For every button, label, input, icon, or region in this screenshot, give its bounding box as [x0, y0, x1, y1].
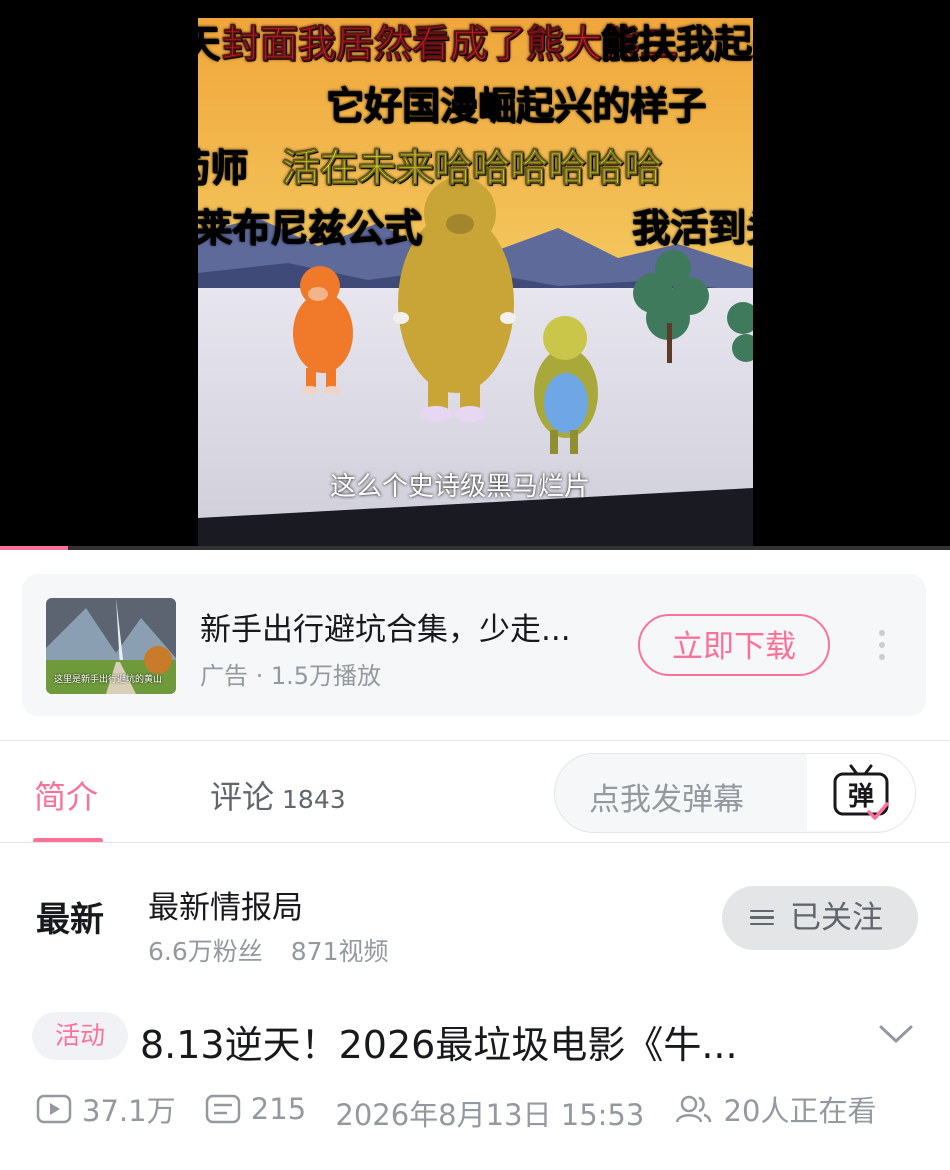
divider [0, 842, 950, 843]
watching-count-value: 20人正在看 [723, 1094, 877, 1128]
danmaku-comment: 南刊的药师 [57, 146, 249, 191]
danmaku-comment: 美人鱼的夏天 [0, 22, 221, 67]
danmaku-comment: 牛顿莱布尼兹公式 [117, 206, 423, 251]
video-title: 8.13逆天！2026最垃圾电影《牛... [140, 1023, 738, 1067]
tab-comments[interactable]: 评论 1843 [210, 772, 346, 818]
video-stats: 37.1万 215 2026年8月13日 15:53 20人正在看 [36, 1088, 896, 1132]
follow-label: 已关注 [790, 900, 883, 936]
progress-bar[interactable] [0, 546, 950, 550]
ad-thumbnail[interactable]: 这里是新手出行避坑的黄山 [46, 598, 176, 694]
chevron-down-icon[interactable] [878, 1022, 914, 1046]
danmaku-toggle-glyph: 弹 [848, 782, 874, 812]
danmaku-comment: 我活到头了？这是 [631, 206, 937, 251]
video-subtitle: 这么个史诗级黑马烂片 [330, 472, 591, 502]
activity-badge[interactable]: 活动 [32, 1012, 128, 1060]
ad-card[interactable]: 这里是新手出行避坑的黄山 新手出行避坑合集，少走... 广告 · 1.5万播放 … [22, 574, 926, 716]
danmaku-count: 215 [205, 1092, 306, 1126]
danmaku-toggle-button[interactable]: 弹 [807, 754, 915, 831]
download-button[interactable]: 立即下载 [638, 614, 830, 676]
more-vertical-icon[interactable] [874, 630, 890, 664]
danmaku-count-icon [205, 1094, 241, 1124]
danmaku-input[interactable]: 点我发弹幕 [589, 774, 744, 819]
video-player[interactable]: 美人鱼的夏天 封面我居然看成了熊大熊二 能扶我起来吗？ 它好国漫崛起兴的样子 南… [0, 0, 950, 550]
video-count: 871视频 [290, 937, 389, 966]
menu-icon [750, 909, 774, 926]
watching-count: 20人正在看 [674, 1088, 877, 1130]
ad-title[interactable]: 新手出行避坑合集，少走... [200, 604, 571, 649]
tab-intro[interactable]: 简介 [34, 772, 98, 818]
uploader-avatar[interactable]: 最新 [36, 892, 104, 941]
people-icon [675, 1095, 711, 1123]
tab-comments-label: 评论 [210, 778, 275, 816]
view-count: 37.1万 [36, 1088, 176, 1130]
follow-button[interactable]: 已关注 [722, 886, 918, 950]
danmaku-comment: 能扶我起来吗？ [599, 22, 867, 67]
danmaku-input-box[interactable]: 点我发弹幕 弹 [554, 753, 916, 833]
divider [0, 740, 950, 741]
uploader-name[interactable]: 最新情报局 [148, 882, 303, 927]
play-count-icon [36, 1094, 72, 1124]
view-count-value: 37.1万 [82, 1094, 176, 1128]
follower-count: 6.6万粉丝 [148, 937, 263, 966]
danmaku-count-value: 215 [250, 1092, 307, 1126]
ad-meta: 广告 · 1.5万播放 [200, 662, 382, 690]
ad-thumbnail-caption: 这里是新手出行避坑的黄山 [54, 675, 163, 685]
danmaku-comment: 活在未来哈哈哈哈哈哈 [281, 146, 663, 191]
danmaku-comment: 它好国漫崛起兴的样子 [325, 84, 707, 129]
uploader-stats: 6.6万粉丝 871视频 [148, 932, 388, 968]
danmaku-toggle-icon: 弹 [833, 764, 889, 820]
comments-count: 1843 [282, 785, 346, 814]
publish-date: 2026年8月13日 15:53 [335, 1098, 645, 1132]
progress-fill [0, 546, 69, 550]
